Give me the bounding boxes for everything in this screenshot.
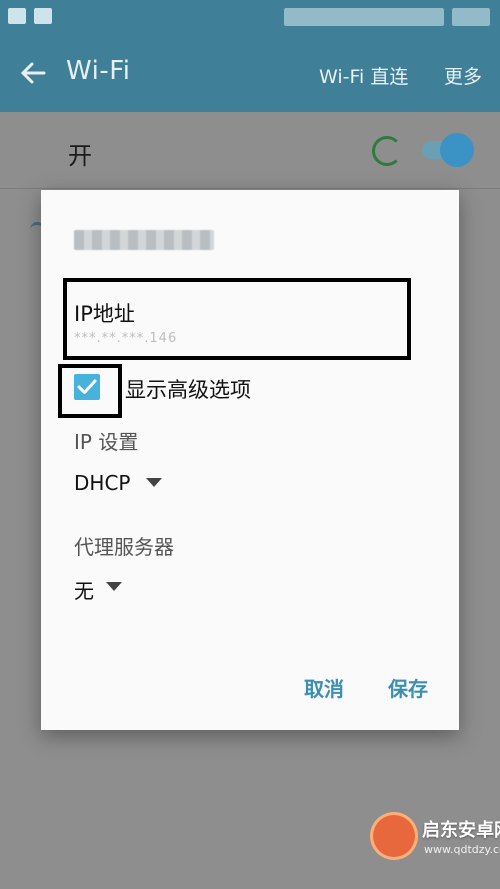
network-name-blurred <box>74 230 214 250</box>
proxy-select[interactable]: 无 <box>74 575 94 604</box>
status-bar <box>0 0 500 36</box>
ip-address-label: IP地址 <box>74 302 135 326</box>
proxy-label: 代理服务器 <box>74 535 174 559</box>
wifi-switch-label: 开 <box>68 142 92 170</box>
wifi-switch-row[interactable]: 开 <box>0 112 500 188</box>
more-button[interactable]: 更多 <box>444 62 482 89</box>
status-icons <box>284 8 444 26</box>
checkmark-icon <box>77 379 97 394</box>
back-arrow-icon[interactable] <box>18 58 48 88</box>
ip-address-value: ***.**.***.146 <box>74 331 178 346</box>
dropdown-arrow-icon[interactable] <box>106 582 122 591</box>
clock <box>452 8 490 26</box>
dropdown-arrow-icon[interactable] <box>146 478 162 487</box>
scanning-spinner-icon <box>372 136 402 166</box>
show-advanced-checkbox[interactable] <box>74 374 100 400</box>
watermark-url: www.qdtdzy.com <box>424 843 500 856</box>
save-button[interactable]: 保存 <box>388 673 428 702</box>
divider <box>0 188 500 189</box>
watermark: 启东安卓网 www.qdtdzy.com <box>370 808 500 884</box>
network-dialog: IP地址 ***.**.***.146 显示高级选项 IP 设置 DHCP 代理… <box>41 190 459 730</box>
page-title: Wi-Fi <box>66 56 131 86</box>
show-advanced-label[interactable]: 显示高级选项 <box>125 374 251 404</box>
watermark-name: 启东安卓网 <box>422 820 500 841</box>
wifi-direct-button[interactable]: Wi-Fi 直连 <box>319 62 408 89</box>
watermark-logo-icon <box>370 812 418 860</box>
cancel-button[interactable]: 取消 <box>304 673 344 702</box>
notification-icon <box>8 8 26 24</box>
wifi-toggle[interactable] <box>440 133 474 167</box>
notification-icon <box>34 8 52 24</box>
ip-settings-label: IP 设置 <box>74 430 139 454</box>
app-bar: Wi-Fi Wi-Fi 直连 更多 <box>0 36 500 112</box>
ip-settings-select[interactable]: DHCP <box>74 471 130 495</box>
